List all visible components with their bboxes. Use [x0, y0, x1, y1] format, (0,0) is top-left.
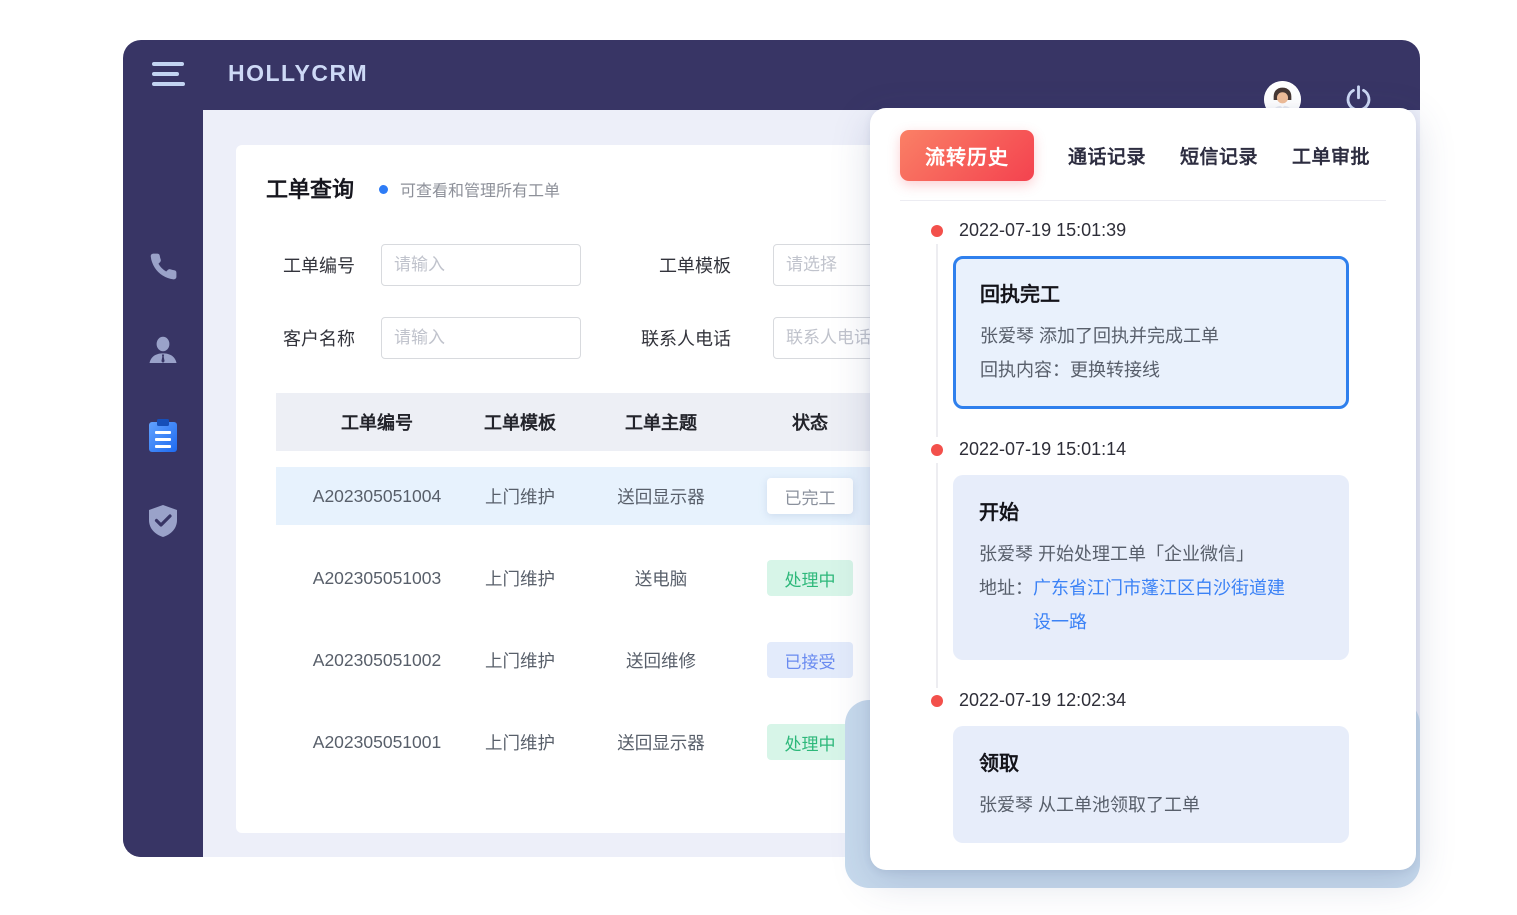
- sidebar-item-workorders[interactable]: [139, 412, 187, 460]
- app-header: HOLLYCRM: [123, 40, 1420, 110]
- page-subtitle: 可查看和管理所有工单: [400, 177, 560, 201]
- timeline-card-title: 开始: [979, 496, 1323, 525]
- timeline-card: 开始 张爱琴 开始处理工单「企业微信」 地址： 广东省江门市蓬江区白沙街道建设一…: [953, 475, 1349, 660]
- page-title: 工单查询: [266, 172, 354, 204]
- app-title: HOLLYCRM: [228, 60, 368, 87]
- sidebar: [123, 110, 203, 857]
- timeline-entry: 2022-07-19 15:01:39 回执完工 张爱琴 添加了回执并完成工单 …: [953, 220, 1349, 409]
- history-panel: 流转历史 通话记录 短信记录 工单审批 2022-07-19 15:01:39 …: [870, 108, 1416, 870]
- cell-template: 上门维护: [478, 648, 562, 673]
- cell-template: 上门维护: [478, 730, 562, 755]
- user-icon: [145, 333, 181, 369]
- tab-sms-records[interactable]: 短信记录: [1180, 142, 1258, 169]
- filter-label-template: 工单模板: [613, 252, 731, 278]
- column-header: 状态: [760, 409, 860, 435]
- cell-order-id: A202305051003: [276, 568, 478, 589]
- address-label: 地址：: [979, 571, 1033, 639]
- cell-template: 上门维护: [478, 484, 562, 509]
- tab-call-records[interactable]: 通话记录: [1068, 142, 1146, 169]
- title-dot: [379, 185, 388, 194]
- tab-flow-history[interactable]: 流转历史: [900, 130, 1034, 181]
- filter-label-customer: 客户名称: [283, 325, 381, 351]
- cell-subject: 送回显示器: [562, 484, 760, 509]
- phone-icon: [148, 251, 179, 282]
- sidebar-item-calls[interactable]: [139, 242, 187, 290]
- timeline-card-title: 回执完工: [980, 278, 1322, 307]
- cell-subject: 送回维修: [562, 648, 760, 673]
- timeline-card-selected[interactable]: 回执完工 张爱琴 添加了回执并完成工单 回执内容：更换转接线: [953, 256, 1349, 409]
- column-header: 工单模板: [478, 409, 562, 435]
- timeline-dot: [931, 444, 943, 456]
- timeline-timestamp: 2022-07-19 15:01:39: [959, 220, 1349, 241]
- cell-order-id: A202305051001: [276, 732, 478, 753]
- filter-label-contact-phone: 联系人电话: [613, 325, 731, 351]
- clipboard-icon: [146, 418, 180, 454]
- timeline-dot: [931, 225, 943, 237]
- timeline: 2022-07-19 15:01:39 回执完工 张爱琴 添加了回执并完成工单 …: [870, 201, 1416, 843]
- status-badge: 处理中: [767, 724, 853, 760]
- timeline-entry: 2022-07-19 15:01:14 开始 张爱琴 开始处理工单「企业微信」 …: [953, 439, 1349, 660]
- timeline-card-text: 张爱琴 添加了回执并完成工单: [980, 319, 1322, 353]
- order-id-input[interactable]: [381, 244, 581, 286]
- cell-subject: 送电脑: [562, 566, 760, 591]
- timeline-card: 领取 张爱琴 从工单池领取了工单: [953, 726, 1349, 843]
- shield-check-icon: [147, 504, 179, 538]
- timeline-card-text: 张爱琴 从工单池领取了工单: [979, 788, 1323, 822]
- timeline-dot: [931, 695, 943, 707]
- column-header: 工单主题: [562, 409, 760, 435]
- sidebar-item-security[interactable]: [139, 497, 187, 545]
- address-link[interactable]: 广东省江门市蓬江区白沙街道建设一路: [1033, 571, 1285, 639]
- screenshot-stage: HOLLYCRM: [0, 0, 1517, 915]
- tab-order-approval[interactable]: 工单审批: [1292, 142, 1370, 169]
- customer-name-input[interactable]: [381, 317, 581, 359]
- timeline-timestamp: 2022-07-19 15:01:14: [959, 439, 1349, 460]
- filter-label-order-id: 工单编号: [283, 252, 381, 278]
- column-header: 工单编号: [276, 409, 478, 435]
- cell-order-id: A202305051002: [276, 650, 478, 671]
- menu-icon[interactable]: [152, 62, 188, 88]
- status-badge: 已接受: [767, 642, 853, 678]
- timeline-card-text: 回执内容：更换转接线: [980, 353, 1322, 387]
- status-badge: 已完工: [767, 478, 853, 514]
- timeline-timestamp: 2022-07-19 12:02:34: [959, 690, 1349, 711]
- panel-tabs: 流转历史 通话记录 短信记录 工单审批: [870, 108, 1416, 181]
- timeline-connector: [936, 244, 938, 437]
- cell-subject: 送回显示器: [562, 730, 760, 755]
- sidebar-item-customers[interactable]: [139, 327, 187, 375]
- timeline-entry: 2022-07-19 12:02:34 领取 张爱琴 从工单池领取了工单: [953, 690, 1349, 843]
- timeline-connector: [936, 463, 938, 688]
- timeline-card-text: 张爱琴 开始处理工单「企业微信」: [979, 537, 1323, 571]
- status-badge: 处理中: [767, 560, 853, 596]
- cell-template: 上门维护: [478, 566, 562, 591]
- cell-order-id: A202305051004: [276, 486, 478, 507]
- timeline-card-title: 领取: [979, 747, 1323, 776]
